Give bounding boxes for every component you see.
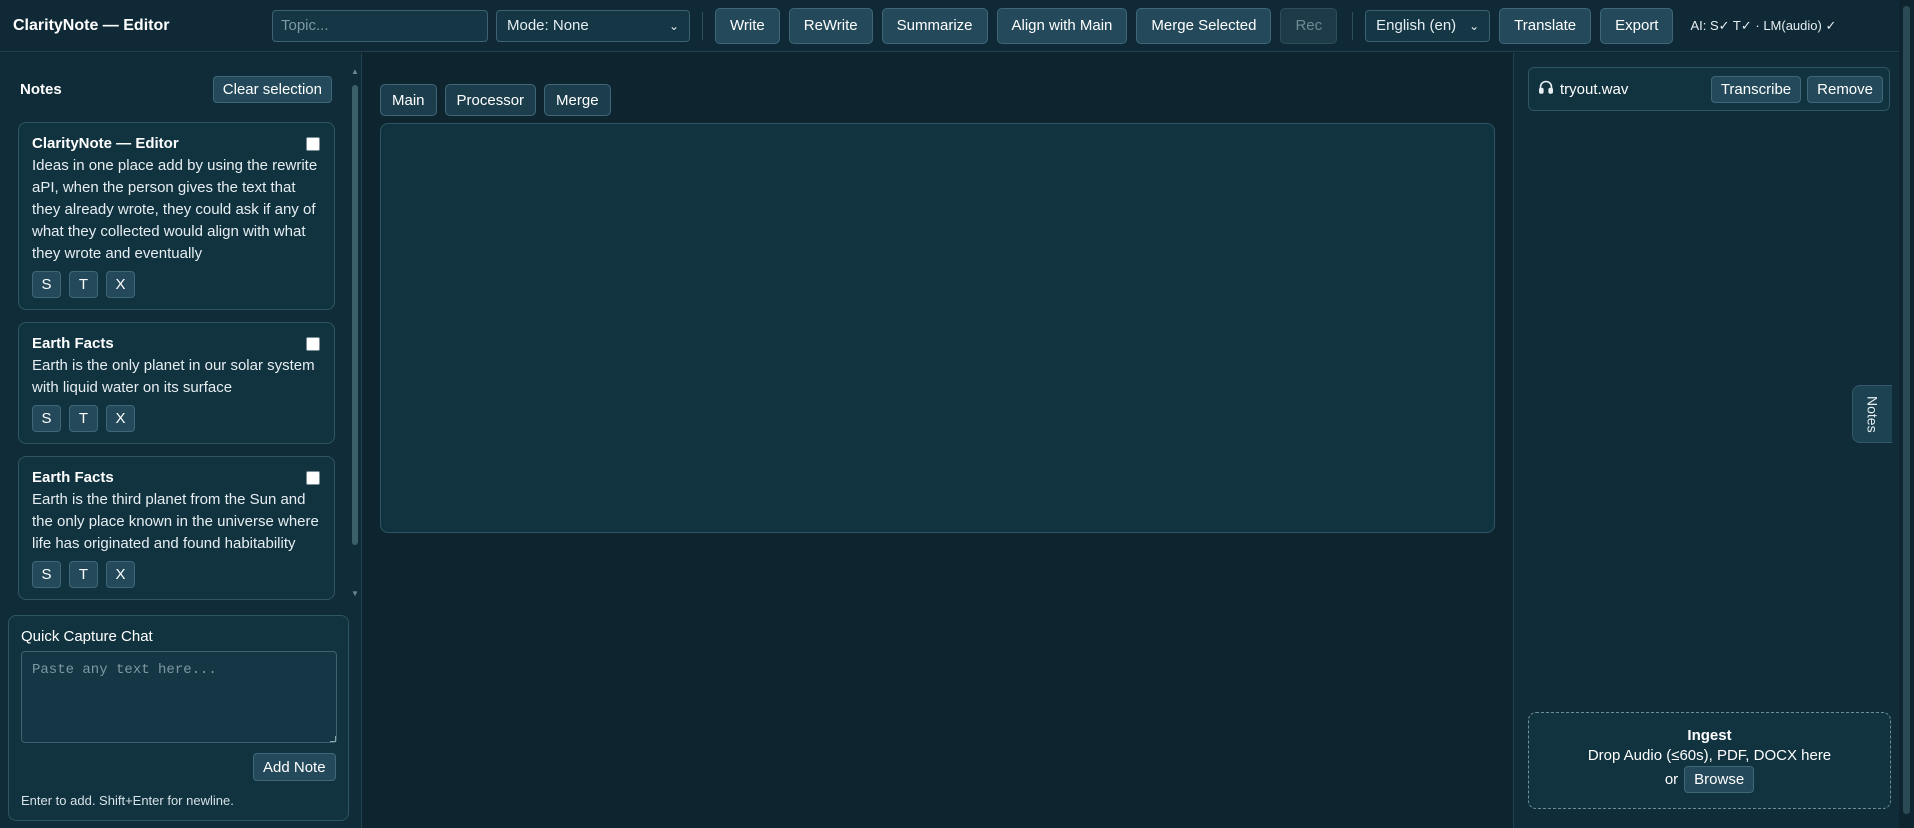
note-body: Earth is the only planet in our solar sy… <box>32 357 315 396</box>
page-scrollbar-thumb[interactable] <box>1903 6 1910 814</box>
resize-handle-icon[interactable] <box>330 736 336 742</box>
quick-capture-input[interactable] <box>21 651 337 743</box>
note-body: Earth is the third planet from the Sun a… <box>32 491 319 552</box>
notes-scrollbar[interactable]: ▲ ▼ <box>350 65 360 599</box>
note-title: Earth Facts <box>32 469 114 486</box>
scroll-up-arrow-icon[interactable]: ▲ <box>351 67 359 76</box>
editor-area: Main Processor Merge <box>363 53 1512 828</box>
rewrite-button[interactable]: ReWrite <box>788 7 873 44</box>
mode-select[interactable]: Mode: None ⌄ <box>496 9 690 42</box>
ingest-dropzone[interactable]: Ingest Drop Audio (≤60s), PDF, DOCX here… <box>1528 712 1891 809</box>
editor-textarea[interactable] <box>380 123 1495 533</box>
toolbar-divider <box>702 11 703 40</box>
chevron-down-icon: ⌄ <box>1469 18 1480 33</box>
topic-input[interactable] <box>272 9 488 42</box>
quick-capture-title: Quick Capture Chat <box>21 628 153 645</box>
tab-main[interactable]: Main <box>380 84 437 116</box>
note-translate-button[interactable]: T <box>69 561 98 588</box>
note-title: Earth Facts <box>32 335 114 352</box>
note-actions: S T X <box>32 561 322 588</box>
ingest-or-text: or <box>1664 771 1679 788</box>
scroll-down-arrow-icon[interactable]: ▼ <box>351 589 359 598</box>
ingest-browse-row: or Browse <box>1529 766 1890 793</box>
note-actions: S T X <box>32 271 322 298</box>
notes-sidebar: Notes Clear selection ClarityNote — Edit… <box>0 53 362 828</box>
page-scrollbar[interactable] <box>1899 0 1914 828</box>
note-translate-button[interactable]: T <box>69 271 98 298</box>
editor-tabs: Main Processor Merge <box>380 84 611 116</box>
note-delete-button[interactable]: X <box>106 561 135 588</box>
mode-select-value: Mode: None <box>507 17 589 34</box>
audio-file-name: tryout.wav <box>1560 80 1629 98</box>
translate-button[interactable]: Translate <box>1499 7 1592 44</box>
quick-capture-panel: Quick Capture Chat Add Note Enter to add… <box>8 615 349 821</box>
audio-file-item: tryout.wav Transcribe Remove <box>1528 67 1890 111</box>
notes-drawer-label: Notes <box>1864 395 1881 433</box>
quick-capture-hint: Enter to add. Shift+Enter for newline. <box>21 793 234 808</box>
notes-header: Notes Clear selection <box>20 75 332 103</box>
notes-drawer-tab[interactable]: Notes <box>1852 385 1892 443</box>
note-title: ClarityNote — Editor <box>32 135 179 152</box>
note-card[interactable]: Earth Facts Earth is the only planet in … <box>18 322 335 444</box>
tab-merge[interactable]: Merge <box>544 84 611 116</box>
summarize-button[interactable]: Summarize <box>881 7 988 44</box>
right-sidebar: tryout.wav Transcribe Remove Ingest Drop… <box>1513 53 1899 828</box>
browse-button[interactable]: Browse <box>1684 766 1755 793</box>
note-select-checkbox[interactable] <box>306 337 320 351</box>
clear-selection-button[interactable]: Clear selection <box>212 75 332 103</box>
note-delete-button[interactable]: X <box>106 405 135 432</box>
toolbar-divider <box>1352 11 1354 40</box>
notes-title: Notes <box>20 80 62 98</box>
tab-processor[interactable]: Processor <box>444 84 537 116</box>
headphones-icon <box>1538 79 1554 100</box>
app-title: ClarityNote — Editor <box>13 16 170 34</box>
top-toolbar: ClarityNote — Editor Mode: None ⌄ Write … <box>0 0 1914 52</box>
notes-list: ClarityNote — Editor Ideas in one place … <box>18 122 335 658</box>
chevron-down-icon: ⌄ <box>668 18 679 33</box>
note-actions: S T X <box>32 405 322 432</box>
rec-button[interactable]: Rec <box>1280 7 1338 44</box>
note-card[interactable]: Earth Facts Earth is the third planet fr… <box>18 456 335 600</box>
note-body: Ideas in one place add by using the rewr… <box>32 157 318 262</box>
language-select[interactable]: English (en) ⌄ <box>1365 9 1491 42</box>
export-button[interactable]: Export <box>1600 7 1674 44</box>
merge-selected-button[interactable]: Merge Selected <box>1136 7 1272 44</box>
note-summarize-button[interactable]: S <box>32 561 61 588</box>
align-with-main-button[interactable]: Align with Main <box>996 7 1128 44</box>
transcribe-button[interactable]: Transcribe <box>1710 75 1802 103</box>
note-select-checkbox[interactable] <box>306 471 320 485</box>
note-select-checkbox[interactable] <box>306 137 320 151</box>
ingest-description: Drop Audio (≤60s), PDF, DOCX here <box>1587 747 1832 764</box>
note-delete-button[interactable]: X <box>106 271 135 298</box>
ai-status-indicator: AI: S✓ T✓ · LM(audio) ✓ <box>1690 17 1837 33</box>
language-select-value: English (en) <box>1376 17 1457 34</box>
ingest-title: Ingest <box>1687 727 1732 744</box>
add-note-button[interactable]: Add Note <box>253 753 336 781</box>
notes-scrollbar-thumb[interactable] <box>352 85 358 545</box>
note-summarize-button[interactable]: S <box>32 271 61 298</box>
note-translate-button[interactable]: T <box>69 405 98 432</box>
note-summarize-button[interactable]: S <box>32 405 61 432</box>
write-button[interactable]: Write <box>715 7 780 44</box>
remove-button[interactable]: Remove <box>1807 75 1883 103</box>
note-card[interactable]: ClarityNote — Editor Ideas in one place … <box>18 122 335 310</box>
